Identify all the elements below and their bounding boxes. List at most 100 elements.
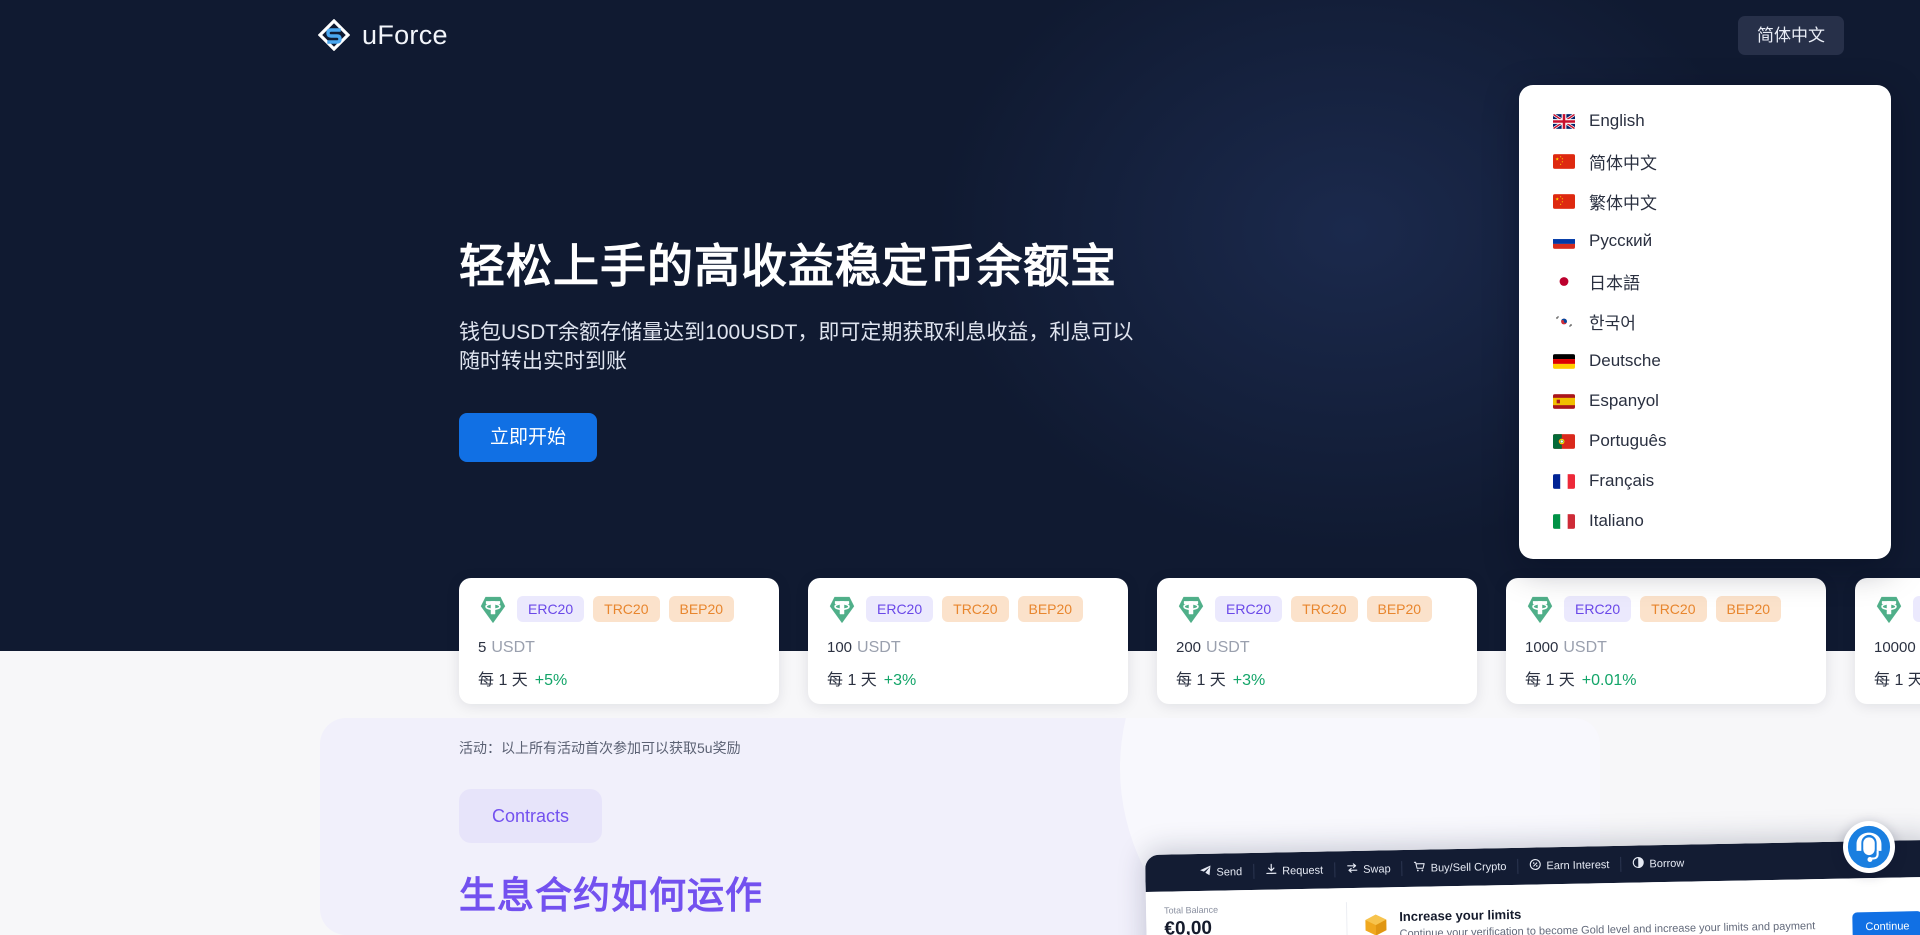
hero-content: 轻松上手的高收益稳定币余额宝 钱包USDT余额存储量达到100USDT，即可定期…	[459, 238, 1219, 463]
rate-card[interactable]: ERC20TRC20BEP20 10000USDT 每 1 天+5%	[1855, 578, 1920, 704]
rate-cards-row: ERC20 TRC20 BEP20 5 USDT 每 1 天 +5% ERC20 TRC20 BE…	[459, 578, 1920, 704]
network-chip-bep20[interactable]: BEP20	[1715, 596, 1782, 622]
mockup-action-label: Send	[1216, 865, 1243, 879]
brand-name: uForce	[362, 19, 448, 50]
mockup-action-request[interactable]: Request	[1254, 862, 1336, 879]
flag-ru-icon	[1553, 233, 1575, 249]
rate-card[interactable]: ERC20 TRC20 BEP20 100 USDT 每 1 天 +3%	[808, 578, 1128, 704]
rate-card[interactable]: ERC20 TRC20 BEP20 1000 USDT 每 1 天 +0.01%	[1506, 578, 1826, 704]
rate-card-rate: 每 1 天+5%	[1874, 666, 1920, 690]
language-option-4[interactable]: Русский	[1519, 221, 1891, 261]
network-chip-trc20[interactable]: TRC20	[593, 596, 660, 622]
network-chip-bep20[interactable]: BEP20	[668, 596, 735, 622]
mockup-action-earn-interest[interactable]: Earn Interest	[1518, 856, 1622, 874]
network-chip-erc20[interactable]: ERC20	[1215, 596, 1283, 622]
flag-jp-icon	[1553, 273, 1575, 289]
network-chip-trc20[interactable]: TRC20	[1291, 596, 1358, 622]
network-chip-bep20[interactable]: BEP20	[1366, 596, 1433, 622]
mockup-balance-label: Total Balance	[1163, 904, 1219, 916]
flag-es-icon	[1553, 393, 1575, 409]
percent-circle-icon	[1529, 858, 1541, 873]
language-switch-button[interactable]: 简体中文	[1738, 15, 1844, 55]
usdt-tether-icon	[1874, 594, 1904, 624]
rate-card-header: ERC20 TRC20 BEP20	[1525, 594, 1807, 624]
site-header: uForce 简体中文	[0, 0, 1920, 70]
network-chip-erc20[interactable]: ERC20	[866, 596, 934, 622]
rate-card-amount: 10000USDT	[1874, 639, 1920, 657]
rate-card-period: 每 1 天	[1176, 672, 1226, 689]
language-option-label: 한국어	[1589, 313, 1636, 333]
network-chip-trc20[interactable]: TRC20	[1640, 596, 1707, 622]
mockup-action-send[interactable]: Send	[1188, 863, 1255, 881]
language-dropdown-menu[interactable]: English ★ ★ ★ ★ ★ 简体中文 ★ ★ ★ ★ ★ 繁体中文 Русский 日本語 한국어 De…	[1519, 85, 1891, 559]
rate-card-amount-value: 1000	[1525, 639, 1559, 656]
language-option-label: Italiano	[1589, 511, 1644, 530]
usdt-tether-icon	[478, 594, 508, 624]
mockup-action-buy-sell-crypto[interactable]: Buy/Sell Crypto	[1402, 858, 1519, 877]
rate-card-rate: 每 1 天 +0.01%	[1525, 666, 1807, 690]
language-option-label: 日本語	[1589, 273, 1640, 293]
support-chat-button[interactable]	[1843, 821, 1895, 873]
rate-card-rate: 每 1 天 +3%	[1176, 666, 1458, 690]
language-option-label: Deutsche	[1589, 351, 1661, 370]
mockup-action-swap[interactable]: Swap	[1335, 861, 1403, 878]
rate-card-rate: 每 1 天 +3%	[827, 666, 1109, 690]
rate-card-percent: +3%	[883, 672, 917, 689]
language-option-8[interactable]: Espanyol	[1519, 381, 1891, 421]
flag-fr-icon	[1553, 473, 1575, 489]
network-chip-erc20[interactable]: ERC20	[1913, 596, 1920, 622]
rate-card-percent: +5%	[534, 672, 568, 689]
mockup-action-label: Earn Interest	[1546, 858, 1610, 872]
mockup-continue-button[interactable]: Continue	[1852, 911, 1920, 935]
language-option-10[interactable]: Français	[1519, 461, 1891, 501]
language-option-5[interactable]: 日本語	[1519, 261, 1891, 301]
rate-card-amount-value: 10000	[1874, 639, 1916, 656]
usdt-tether-icon	[1176, 594, 1206, 624]
network-chip-bep20[interactable]: BEP20	[1017, 596, 1084, 622]
uforce-diamond-logo-icon	[317, 18, 351, 52]
rate-card-percent: +3%	[1232, 672, 1266, 689]
mockup-action-label: Borrow	[1649, 857, 1685, 870]
mockup-action-label: Buy/Sell Crypto	[1430, 860, 1507, 875]
mockup-action-borrow[interactable]: Borrow	[1621, 855, 1695, 871]
mockup-verification-banner: Increase your limits Continue your verif…	[1345, 890, 1920, 935]
language-option-label: Espanyol	[1589, 391, 1659, 410]
rate-card[interactable]: ERC20 TRC20 BEP20 200 USDT 每 1 天 +3%	[1157, 578, 1477, 704]
swap-arrows-icon	[1346, 862, 1358, 877]
half-circle-icon	[1632, 856, 1644, 871]
rate-card-period: 每 1 天	[1874, 672, 1920, 689]
language-option-2[interactable]: ★ ★ ★ ★ ★ 简体中文	[1519, 141, 1891, 181]
rate-card-amount-unit: USDT	[1563, 639, 1607, 656]
rate-card-amount-unit: USDT	[491, 639, 535, 656]
language-option-6[interactable]: 한국어	[1519, 301, 1891, 341]
language-option-7[interactable]: Deutsche	[1519, 341, 1891, 381]
send-paperplane-icon	[1199, 865, 1211, 880]
rate-card[interactable]: ERC20 TRC20 BEP20 5 USDT 每 1 天 +5%	[459, 578, 779, 704]
mockup-action-label: Request	[1282, 864, 1324, 877]
language-option-3[interactable]: ★ ★ ★ ★ ★ 繁体中文	[1519, 181, 1891, 221]
network-chip-erc20[interactable]: ERC20	[517, 596, 585, 622]
app-preview-mockup: Send Request Swap Buy/Sell Crypto Earn Inter…	[1145, 839, 1920, 935]
flag-kr-icon	[1553, 313, 1575, 329]
contracts-pill[interactable]: Contracts	[459, 789, 603, 843]
gold-cube-icon	[1363, 912, 1388, 935]
rate-card-period: 每 1 天	[478, 672, 528, 689]
rate-card-header: ERC20 TRC20 BEP20	[1176, 594, 1458, 624]
language-option-1[interactable]: English	[1519, 101, 1891, 141]
language-option-11[interactable]: Italiano	[1519, 501, 1891, 541]
network-chip-trc20[interactable]: TRC20	[942, 596, 1009, 622]
brand-logo[interactable]: uForce	[317, 18, 448, 52]
rate-card-amount-unit: USDT	[1206, 639, 1250, 656]
mockup-banner-text: Increase your limits Continue your verif…	[1399, 901, 1830, 935]
language-option-label: English	[1589, 111, 1645, 130]
language-option-label: Русский	[1589, 231, 1653, 250]
get-started-button[interactable]: 立即开始	[459, 413, 598, 463]
language-option-9[interactable]: Português	[1519, 421, 1891, 461]
rate-card-rate: 每 1 天 +5%	[478, 666, 760, 690]
rate-card-percent: +0.01%	[1581, 672, 1637, 689]
rate-card-amount-value: 100	[827, 639, 853, 656]
network-chip-erc20[interactable]: ERC20	[1564, 596, 1632, 622]
language-option-label: 简体中文	[1589, 153, 1657, 173]
rate-card-period: 每 1 天	[1525, 672, 1575, 689]
svg-text:★: ★	[1555, 196, 1559, 201]
